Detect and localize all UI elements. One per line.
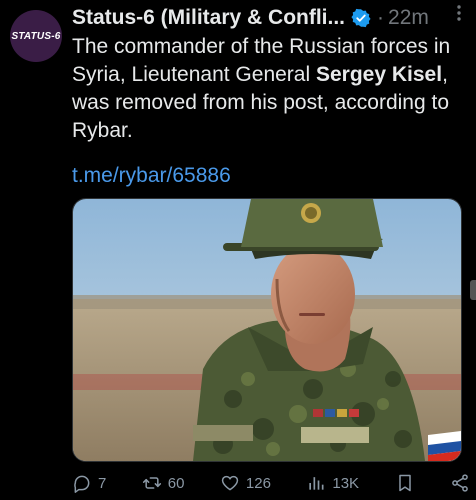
- repost-button[interactable]: 60: [142, 473, 185, 493]
- tweet-photo[interactable]: [72, 198, 462, 462]
- avatar[interactable]: STATUS-6: [10, 10, 62, 62]
- avatar-text: STATUS-6: [11, 30, 61, 42]
- share-icon: [452, 474, 468, 492]
- display-name[interactable]: Status-6 (Military & Confli...: [72, 6, 345, 30]
- tweet-actions: 7 60 126 13K: [72, 471, 470, 495]
- verified-badge-icon: [351, 8, 371, 28]
- views-count: 13K: [332, 474, 360, 492]
- bookmark-button[interactable]: [395, 473, 415, 493]
- more-options-icon[interactable]: [456, 3, 462, 23]
- repost-count: 60: [167, 474, 185, 492]
- share-button[interactable]: [450, 473, 470, 493]
- time-separator: ·: [377, 6, 385, 29]
- scrollbar-handle[interactable]: [470, 280, 476, 300]
- reply-button[interactable]: 7: [72, 473, 106, 493]
- like-button[interactable]: 126: [220, 473, 271, 493]
- tweet-link[interactable]: t.me/rybar/65886: [72, 164, 231, 188]
- views-icon: [309, 477, 324, 490]
- bookmark-icon: [398, 474, 411, 492]
- like-icon: [221, 475, 239, 491]
- tweet-header: Status-6 (Military & Confli... · 22m: [72, 4, 470, 32]
- repost-icon: [142, 477, 161, 489]
- tweet-text: The commander of the Russian forces in S…: [72, 33, 470, 145]
- photo-image: [73, 199, 461, 461]
- timestamp[interactable]: 22m: [388, 6, 429, 30]
- reply-icon: [74, 475, 90, 493]
- like-count: 126: [245, 474, 271, 492]
- reply-count: 7: [98, 474, 107, 492]
- tweet-text-bold-name: Sergey Kisel: [315, 63, 443, 86]
- views-button[interactable]: 13K: [306, 473, 359, 493]
